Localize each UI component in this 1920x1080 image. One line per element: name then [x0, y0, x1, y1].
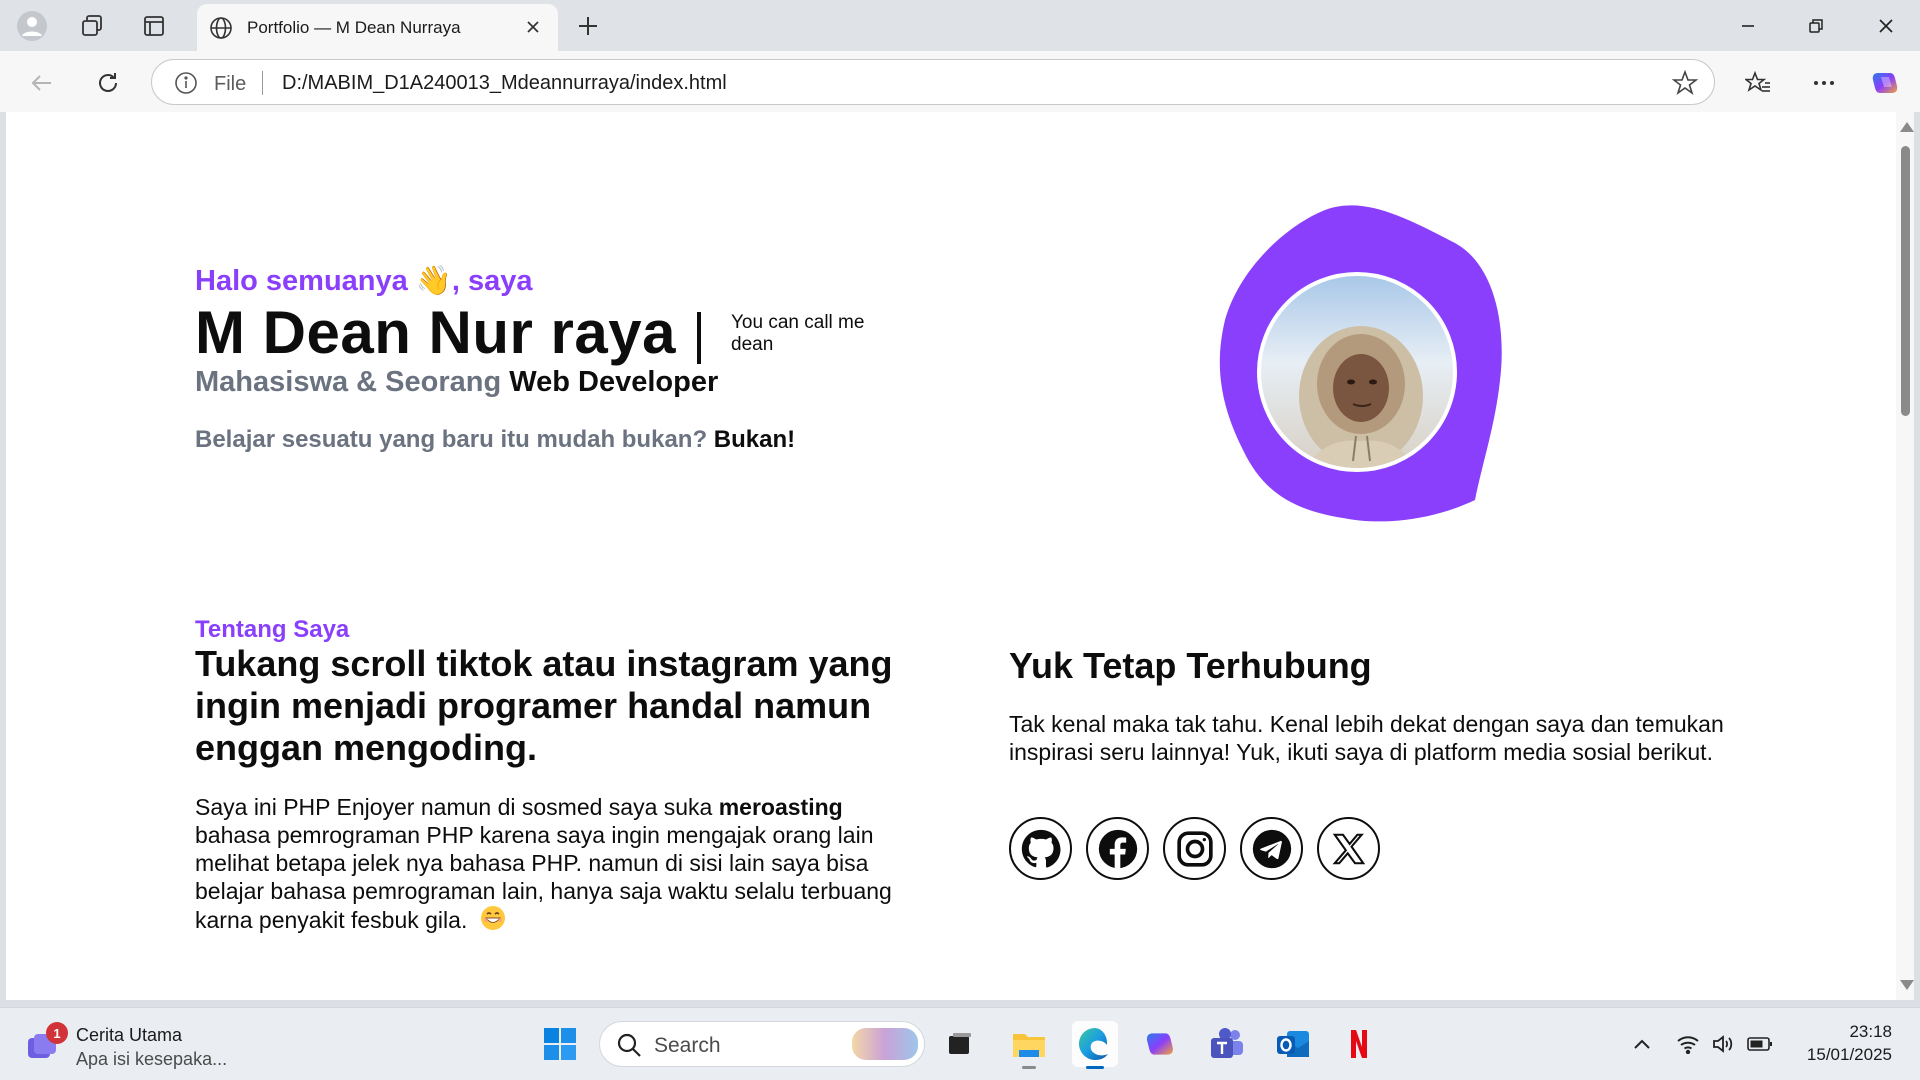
profile-icon[interactable]	[14, 8, 50, 44]
back-icon[interactable]	[22, 63, 62, 103]
netflix-icon[interactable]	[1336, 1021, 1382, 1067]
about-body: Saya ini PHP Enjoyer namun di sosmed say…	[195, 793, 895, 937]
search-highlight-image	[852, 1028, 918, 1060]
address-bar[interactable]: File D:/MABIM_D1A240013_Mdeannurraya/ind…	[151, 59, 1715, 105]
plus-icon[interactable]	[572, 10, 604, 42]
copilot-icon[interactable]	[1866, 63, 1906, 103]
scroll-down-icon[interactable]	[1900, 980, 1914, 990]
system-clock[interactable]: 23:18 15/01/2025	[1792, 1020, 1892, 1066]
globe-icon	[209, 16, 233, 45]
star-icon[interactable]	[1671, 69, 1699, 101]
edge-icon[interactable]	[1072, 1021, 1118, 1069]
tab-actions-icon[interactable]	[136, 8, 172, 44]
connect-title: Yuk Tetap Terhubung	[1009, 645, 1372, 686]
running-indicator	[1022, 1066, 1036, 1069]
restore-icon[interactable]	[1788, 6, 1844, 46]
news-subtitle: Apa isi kesepaka...	[76, 1049, 228, 1069]
hero-divider	[697, 312, 701, 364]
active-indicator	[1086, 1066, 1104, 1069]
about-body-part2: bahasa pemrograman PHP karena saya ingin…	[195, 822, 892, 933]
hero-quote-prefix: Belajar sesuatu yang baru itu mudah buka…	[195, 426, 708, 453]
tab-title: Portfolio — M Dean Nurraya	[247, 18, 461, 37]
address-url[interactable]: D:/MABIM_D1A240013_Mdeannurraya/index.ht…	[282, 72, 727, 95]
search-placeholder: Search	[654, 1034, 721, 1057]
task-view-icon[interactable]	[937, 1021, 983, 1067]
workspaces-icon[interactable]	[74, 8, 110, 44]
hero-quote: Belajar sesuatu yang baru itu mudah buka…	[195, 426, 795, 454]
news-widget[interactable]: 1 Cerita Utama Apa isi kesepaka...	[26, 1022, 266, 1070]
telegram-icon[interactable]	[1240, 817, 1303, 880]
social-links	[1009, 817, 1380, 880]
hero-nickname: You can call me dean	[731, 312, 865, 355]
battery-icon[interactable]	[1746, 1030, 1774, 1058]
address-separator	[262, 71, 263, 95]
outlook-icon[interactable]	[1270, 1021, 1316, 1067]
volume-icon[interactable]	[1710, 1030, 1738, 1058]
scroll-up-icon[interactable]	[1900, 122, 1914, 132]
hero-quote-highlight: Bukan!	[713, 426, 796, 453]
about-label: Tentang Saya	[195, 616, 350, 643]
clock-time: 23:18	[1849, 1022, 1892, 1041]
news-badge: 1	[46, 1022, 68, 1044]
hero-name: M Dean Nur raya	[195, 299, 676, 366]
x-icon[interactable]	[1317, 817, 1380, 880]
close-icon[interactable]	[520, 14, 546, 40]
news-title: Cerita Utama	[76, 1025, 183, 1045]
teams-icon[interactable]	[1204, 1021, 1250, 1067]
file-explorer-icon[interactable]	[1006, 1021, 1052, 1069]
clock-date: 15/01/2025	[1806, 1045, 1892, 1064]
hero-role-prefix: Mahasiswa & Seorang	[195, 366, 502, 398]
github-icon[interactable]	[1009, 817, 1072, 880]
grin-emoji-icon	[480, 905, 506, 937]
about-body-part1: Saya ini PHP Enjoyer namun di sosmed say…	[195, 794, 713, 820]
start-icon[interactable]	[537, 1021, 583, 1067]
scrollbar-thumb[interactable]	[1901, 146, 1910, 416]
refresh-icon[interactable]	[88, 63, 128, 103]
tab-bar: Portfolio — M Dean Nurraya	[0, 0, 1920, 51]
address-scheme: File	[214, 73, 247, 95]
page-scrollbar[interactable]	[1896, 112, 1914, 1000]
connect-body: Tak kenal maka tak tahu. Kenal lebih dek…	[1009, 711, 1724, 765]
hero-greeting: Halo semuanya 👋, saya	[195, 265, 533, 297]
about-title: Tukang scroll tiktok atau instagram yang…	[195, 643, 893, 768]
favorites-icon[interactable]	[1738, 63, 1778, 103]
hero-role: Mahasiswa & Seorang Web Developer	[195, 366, 718, 399]
window-close-icon[interactable]	[1858, 6, 1914, 46]
page-viewport: Halo semuanya 👋, saya M Dean Nur raya Yo…	[6, 112, 1896, 1000]
profile-photo	[1257, 272, 1457, 472]
minimize-icon[interactable]	[1720, 6, 1776, 46]
show-hidden-icons-icon[interactable]	[1628, 1030, 1656, 1058]
copilot-app-icon[interactable]	[1138, 1021, 1184, 1067]
hero-role-highlight: Web Developer	[509, 366, 719, 398]
info-icon[interactable]	[174, 71, 198, 100]
search-icon	[616, 1032, 642, 1063]
about-body-bold: meroasting	[718, 794, 843, 820]
instagram-icon[interactable]	[1163, 817, 1226, 880]
taskbar: 1 Cerita Utama Apa isi kesepaka... Searc…	[0, 1007, 1920, 1080]
browser-toolbar: File D:/MABIM_D1A240013_Mdeannurraya/ind…	[0, 51, 1920, 112]
facebook-icon[interactable]	[1086, 817, 1149, 880]
wifi-icon[interactable]	[1674, 1030, 1702, 1058]
tab-portfolio[interactable]: Portfolio — M Dean Nurraya	[197, 4, 558, 51]
taskbar-search[interactable]: Search	[599, 1021, 925, 1067]
more-icon[interactable]	[1804, 63, 1844, 103]
